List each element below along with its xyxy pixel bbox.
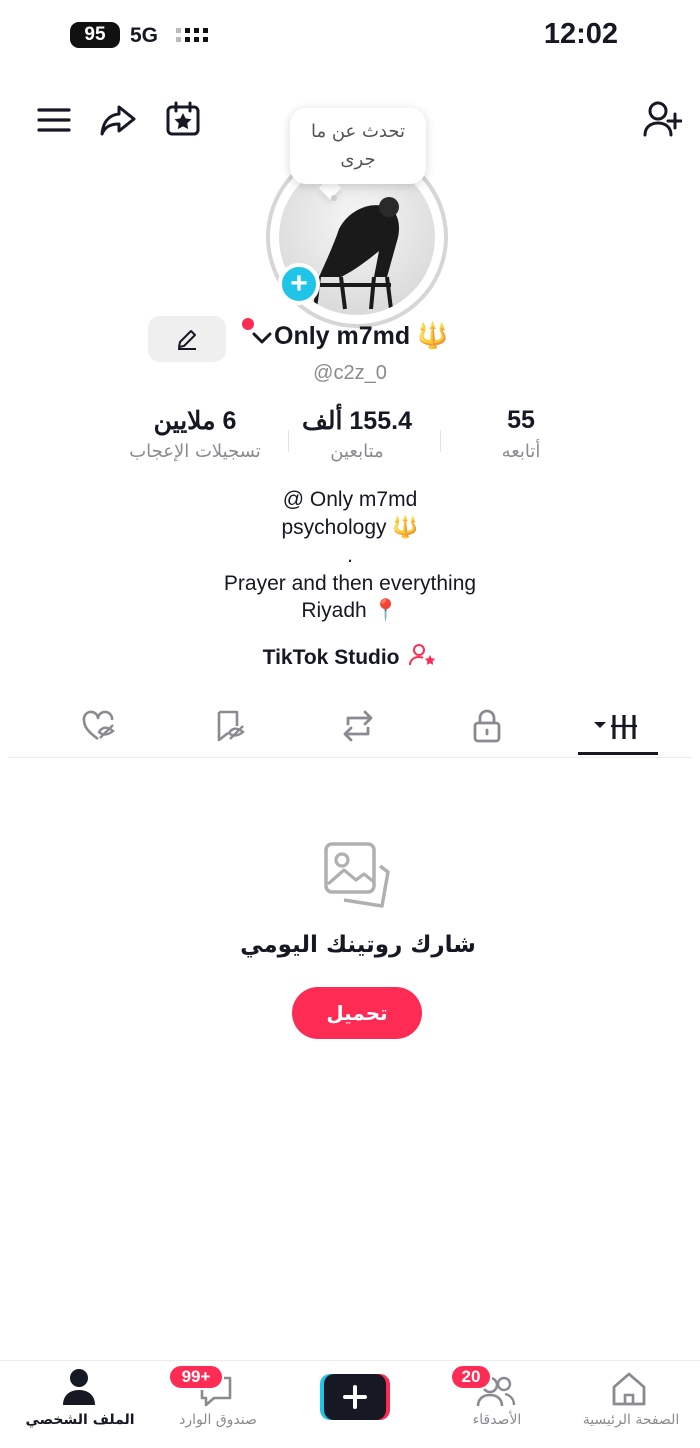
nav-home-label: الصفحة الرئيسية	[582, 1412, 680, 1428]
active-tab-indicator	[578, 752, 658, 755]
inbox-badge: 99+	[168, 1364, 224, 1390]
stats-divider	[440, 430, 441, 452]
tab-videos[interactable]	[578, 704, 658, 748]
clock: 12:02	[543, 18, 618, 50]
bottom-nav-divider	[0, 1360, 700, 1361]
note-bubble[interactable]: تحدث عن ما جرى	[290, 108, 426, 184]
profile-handle: @c2z_0	[313, 362, 387, 384]
bio-line-4: Prayer and then everything	[223, 572, 477, 595]
add-story-button[interactable]: +	[278, 263, 320, 305]
liked-hidden-icon	[82, 710, 115, 741]
repost-icon	[343, 710, 373, 742]
profile-name[interactable]: Only m7md 🔱	[274, 322, 448, 351]
edit-profile-button[interactable]	[148, 316, 226, 362]
nav-inbox-label: صندوق الوارد	[179, 1412, 257, 1428]
signal-icon	[176, 28, 208, 42]
tiktok-studio-link[interactable]: TikTok Studio	[0, 643, 700, 670]
photo-icon	[324, 842, 390, 908]
profile-icon	[63, 1369, 95, 1405]
bio-line-2: psychology 🔱	[281, 516, 419, 539]
tab-liked[interactable]	[59, 704, 139, 748]
person-star-icon	[409, 644, 436, 666]
tab-reposts[interactable]	[318, 704, 398, 748]
share-icon[interactable]	[96, 98, 140, 142]
friends-badge: 20	[450, 1364, 492, 1390]
nav-profile-label: الملف الشخصي	[25, 1412, 135, 1428]
following-label: أتابعه	[501, 441, 541, 462]
empty-state-title: شارك روتينك اليومي	[240, 932, 476, 958]
menu-icon[interactable]	[32, 98, 76, 142]
battery-indicator: 95	[70, 22, 120, 48]
likes-label: تسجيلات الإعجاب	[129, 441, 261, 462]
bio-line-3: .	[347, 544, 353, 567]
favorites-hidden-icon	[217, 710, 245, 742]
note-line-1: تحدث عن ما	[310, 121, 406, 142]
followers-label: متابعين	[330, 441, 384, 462]
followers-count[interactable]: 155.4 ألف	[282, 406, 432, 436]
nav-friends-label: الأصدقاء	[472, 1412, 522, 1428]
calendar-star-icon[interactable]	[161, 97, 205, 141]
bio-line-5: Riyadh 📍	[301, 599, 399, 622]
trident-emoji: 🔱	[417, 322, 449, 350]
note-dot	[331, 195, 337, 201]
note-line-2: جرى	[340, 149, 376, 170]
network-type: 5G	[130, 24, 159, 47]
tiktok-studio-label: TikTok Studio	[262, 646, 400, 669]
notification-dot	[242, 318, 254, 330]
add-friend-icon[interactable]	[638, 97, 686, 141]
profile-name-text: Only m7md	[274, 322, 411, 350]
following-count[interactable]: 55	[471, 406, 571, 435]
chevron-down-icon[interactable]	[252, 331, 272, 345]
create-button[interactable]	[320, 1374, 390, 1420]
upload-button[interactable]: تحميل	[292, 987, 422, 1039]
pencil-icon	[178, 330, 196, 350]
tab-private[interactable]	[447, 704, 527, 748]
tab-favorites[interactable]	[191, 704, 271, 748]
home-icon	[612, 1372, 646, 1406]
videos-grid-icon	[594, 715, 637, 739]
likes-count: 6 ملايين	[153, 407, 237, 435]
bio-line-1: @ Only m7md	[282, 488, 418, 511]
tabs-divider	[8, 757, 692, 758]
lock-icon	[473, 709, 501, 743]
